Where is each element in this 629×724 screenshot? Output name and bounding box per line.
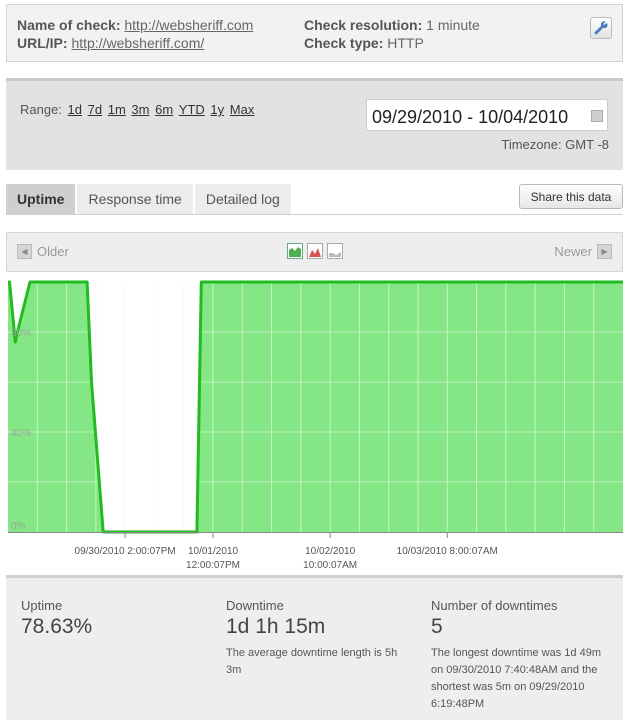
newer-label: Newer [554,244,592,259]
x-tick-label-line2: 12:00:07PM [186,560,240,571]
x-tick-label: 10/01/2010 [188,546,238,557]
downtime-count-stat: Number of downtimes 5 The longest downti… [431,598,616,713]
check-url-link[interactable]: http://websheriff.com/ [71,35,204,51]
range-option-3m[interactable]: 3m [131,102,149,117]
x-tick-label: 09/30/2010 2:00:07PM [75,546,176,557]
range-option-1d[interactable]: 1d [68,102,82,117]
calendar-icon[interactable] [591,110,603,122]
wrench-icon [594,21,608,35]
downtime-note: The average downtime length is 5h 3m [226,647,398,676]
x-axis: 09/30/2010 2:00:07PM 10/01/2010 12:00:07PM… [8,532,623,571]
check-type-label: Check type: [304,35,384,51]
older-label: Older [37,244,69,259]
older-button[interactable]: ◀ Older [17,244,69,259]
timezone-label: Timezone: GMT -8 [501,137,609,152]
line-chart-icon[interactable] [327,243,343,259]
x-tick-label: 10/02/2010 [305,546,355,557]
uptime-stat: Uptime 78.63% [21,598,201,639]
check-url-label: URL/IP: [17,35,68,51]
x-tick-label-line2: 10:00:07AM [303,560,357,571]
downtime-count-label: Number of downtimes [431,598,558,613]
chart-nav-bar: ◀ Older Newer ▶ [6,232,623,272]
check-info-panel: Name of check: http://websheriff.com URL… [6,4,623,62]
check-resolution-value: 1 minute [426,17,480,33]
downtime-stat: Downtime 1d 1h 15m The average downtime … [226,598,411,679]
range-label: Range: [20,102,62,117]
check-name-row: Name of check: http://websheriff.com [17,17,253,33]
date-range-input[interactable]: 09/29/2010 - 10/04/2010 [366,99,608,131]
downtime-count-note: The longest downtime was 1d 49m on 09/30… [431,647,601,710]
check-resolution-row: Check resolution: 1 minute [304,17,480,33]
range-panel: Range: 1d 7d 1m 3m 6m YTD 1y Max 09/29/2… [6,78,623,170]
check-name-link[interactable]: http://websheriff.com [124,17,253,33]
check-type-row: Check type: HTTP [304,35,424,51]
settings-button[interactable] [590,17,612,39]
stats-panel: Uptime 78.63% Downtime 1d 1h 15m The ave… [6,575,623,720]
tab-uptime[interactable]: Uptime [6,184,76,214]
y-tick-label: 0% [11,521,26,532]
x-tick-label: 10/03/2010 8:00:07AM [397,546,498,557]
downtime-count-value: 5 [431,615,443,638]
range-selector: Range: 1d 7d 1m 3m 6m YTD 1y Max [20,102,254,117]
uptime-chart: 0% 40% 80% 09/30/2010 2:00:07PM 10/01/2010 1… [8,280,623,571]
arrow-right-icon: ▶ [597,244,612,259]
range-option-ytd[interactable]: YTD [179,102,205,117]
range-option-1m[interactable]: 1m [108,102,126,117]
check-name-label: Name of check: [17,17,121,33]
range-option-1y[interactable]: 1y [210,102,224,117]
y-tick-label: 40% [11,428,31,439]
tab-detailed-log[interactable]: Detailed log [194,184,291,214]
downtime-value: 1d 1h 15m [226,615,326,638]
chart-tabs: Uptime Response time Detailed log [6,184,293,214]
area-chart-icon[interactable] [287,243,303,259]
range-option-7d[interactable]: 7d [88,102,102,117]
newer-button[interactable]: Newer ▶ [554,244,612,259]
arrow-left-icon: ◀ [17,244,32,259]
range-option-max[interactable]: Max [230,102,255,117]
downtime-label: Downtime [226,598,284,613]
date-range-value: 09/29/2010 - 10/04/2010 [372,107,569,127]
tabs-divider [6,214,623,215]
check-url-row: URL/IP: http://websheriff.com/ [17,35,204,51]
range-option-6m[interactable]: 6m [155,102,173,117]
uptime-label: Uptime [21,598,63,613]
y-tick-label: 80% [11,328,31,339]
tab-response-time[interactable]: Response time [77,184,193,214]
share-data-button[interactable]: Share this data [519,184,623,209]
check-type-value: HTTP [387,35,424,51]
mountain-chart-icon[interactable] [307,243,323,259]
uptime-value: 78.63% [21,615,93,638]
check-resolution-label: Check resolution: [304,17,423,33]
chart-type-switcher [287,243,347,259]
